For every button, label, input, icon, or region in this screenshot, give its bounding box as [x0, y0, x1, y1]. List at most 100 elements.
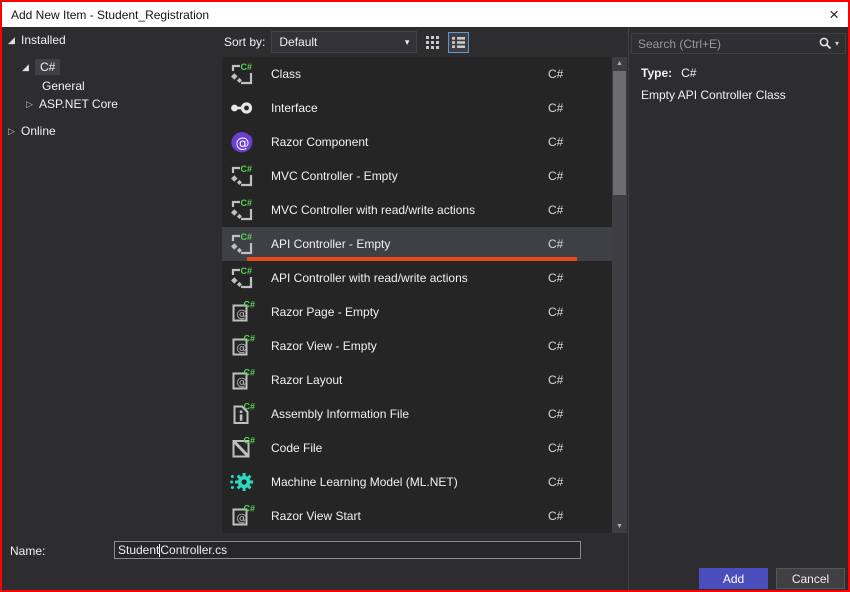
template-item-language: C# — [548, 271, 612, 285]
template-item[interactable]: Razor View Start C# — [222, 499, 612, 533]
tree-item-label: Installed — [21, 33, 66, 47]
grid-view-icon — [425, 35, 440, 50]
collapse-icon[interactable]: ▷ — [8, 126, 21, 137]
list-view-icon — [451, 35, 466, 50]
template-item[interactable]: Razor Page - Empty C# — [222, 295, 612, 329]
template-item-language: C# — [548, 67, 612, 81]
expand-icon[interactable]: ◢ — [8, 35, 21, 46]
sort-by-label: Sort by: — [224, 35, 265, 49]
template-item[interactable]: MVC Controller with read/write actions C… — [222, 193, 612, 227]
template-item-label: Razor Layout — [271, 373, 548, 387]
template-list: Class C# Interface C# Razor Component C#… — [222, 57, 612, 533]
template-item[interactable]: Razor Component C# — [222, 125, 612, 159]
tree-item-label: C# — [35, 59, 60, 75]
csharp-class-icon — [229, 197, 255, 223]
template-item[interactable]: Class C# — [222, 57, 612, 91]
template-item-label: Assembly Information File — [271, 407, 548, 421]
template-item-language: C# — [548, 475, 612, 489]
template-item[interactable]: Code File C# — [222, 431, 612, 465]
scroll-down-icon[interactable]: ▼ — [612, 520, 627, 533]
chevron-down-icon: ▾ — [405, 37, 410, 48]
name-value-after-cursor: Controller.cs — [160, 543, 227, 557]
search-icon — [819, 37, 832, 50]
tree-item-label: ASP.NET Core — [39, 97, 118, 111]
template-item-language: C# — [548, 441, 612, 455]
close-icon[interactable]: × — [829, 6, 839, 23]
template-item[interactable]: Assembly Information File C# — [222, 397, 612, 431]
razor-page-icon — [229, 503, 255, 529]
template-item[interactable]: Interface C# — [222, 91, 612, 125]
template-item-label: Razor View Start — [271, 509, 548, 523]
template-item-language: C# — [548, 203, 612, 217]
list-scrollbar: ▲ ▼ — [612, 57, 627, 533]
tree-item-general[interactable]: General — [42, 77, 85, 95]
assembly-info-icon — [229, 401, 255, 427]
ml-model-gear-icon — [229, 469, 255, 495]
template-category-tree: ◢ Installed ◢ C# General ▷ ASP.NET Core … — [2, 27, 222, 590]
template-item[interactable]: API Controller with read/write actions C… — [222, 261, 612, 295]
code-file-icon — [229, 435, 255, 461]
name-value-before-cursor: Student — [118, 543, 159, 557]
razor-page-icon — [229, 333, 255, 359]
add-new-item-dialog: Add New Item - Student_Registration × ◢ … — [0, 0, 850, 592]
template-item-language: C# — [548, 339, 612, 353]
expand-icon[interactable]: ◢ — [22, 62, 35, 73]
csharp-class-icon — [229, 231, 255, 257]
name-input[interactable]: Student Controller.cs — [114, 541, 581, 559]
csharp-class-icon — [229, 163, 255, 189]
type-value: C# — [681, 66, 696, 80]
details-panel: ▾ Type: C# Empty API Controller Class — [628, 27, 848, 590]
template-item[interactable]: Razor Layout C# — [222, 363, 612, 397]
template-description: Empty API Controller Class — [641, 88, 786, 102]
template-item-selected[interactable]: API Controller - Empty C# — [222, 227, 612, 261]
tree-item-aspnet-core[interactable]: ▷ ASP.NET Core — [26, 95, 118, 113]
csharp-class-icon — [229, 265, 255, 291]
template-item-language: C# — [548, 509, 612, 523]
template-item-label: Interface — [271, 101, 548, 115]
template-item[interactable]: MVC Controller - Empty C# — [222, 159, 612, 193]
medium-icons-view-button[interactable] — [422, 32, 443, 53]
template-item[interactable]: Machine Learning Model (ML.NET) C# — [222, 465, 612, 499]
template-item-label: Class — [271, 67, 548, 81]
razor-page-icon — [229, 367, 255, 393]
razor-page-icon — [229, 299, 255, 325]
search-button[interactable]: ▾ — [819, 37, 839, 50]
template-item-language: C# — [548, 407, 612, 421]
scrollbar-thumb[interactable] — [613, 71, 626, 195]
template-item-language: C# — [548, 373, 612, 387]
template-item[interactable]: Razor View - Empty C# — [222, 329, 612, 363]
csharp-class-icon — [229, 61, 255, 87]
tree-item-label: General — [42, 79, 85, 93]
template-item-language: C# — [548, 101, 612, 115]
add-button[interactable]: Add — [699, 568, 768, 589]
template-item-label: Machine Learning Model (ML.NET) — [271, 475, 548, 489]
template-item-label: MVC Controller with read/write actions — [271, 203, 548, 217]
tree-item-installed[interactable]: ◢ Installed — [8, 31, 66, 49]
type-label: Type: — [641, 66, 672, 80]
search-box: ▾ — [631, 33, 846, 54]
template-item-label: Razor Component — [271, 135, 548, 149]
type-row: Type: C# — [641, 66, 696, 80]
name-label: Name: — [10, 544, 45, 558]
dialog-title: Add New Item - Student_Registration — [11, 8, 209, 22]
scroll-up-icon[interactable]: ▲ — [612, 57, 627, 70]
template-item-language: C# — [548, 135, 612, 149]
tree-item-online[interactable]: ▷ Online — [8, 122, 56, 140]
sort-by-value: Default — [279, 35, 317, 49]
template-item-label: API Controller with read/write actions — [271, 271, 548, 285]
cancel-button[interactable]: Cancel — [776, 568, 845, 589]
tree-item-label: Online — [21, 124, 56, 138]
template-item-label: Razor View - Empty — [271, 339, 548, 353]
interface-icon — [229, 95, 255, 121]
template-item-language: C# — [548, 237, 612, 251]
list-toolbar: Sort by: Default ▾ — [224, 31, 469, 53]
search-input[interactable] — [638, 37, 819, 51]
collapse-icon[interactable]: ▷ — [26, 99, 39, 110]
template-item-label: MVC Controller - Empty — [271, 169, 548, 183]
chevron-down-icon: ▾ — [835, 39, 839, 48]
sort-by-dropdown[interactable]: Default ▾ — [271, 31, 417, 53]
template-item-label: Code File — [271, 441, 548, 455]
list-view-button[interactable] — [448, 32, 469, 53]
template-item-language: C# — [548, 305, 612, 319]
tree-item-csharp[interactable]: ◢ C# — [22, 58, 60, 76]
